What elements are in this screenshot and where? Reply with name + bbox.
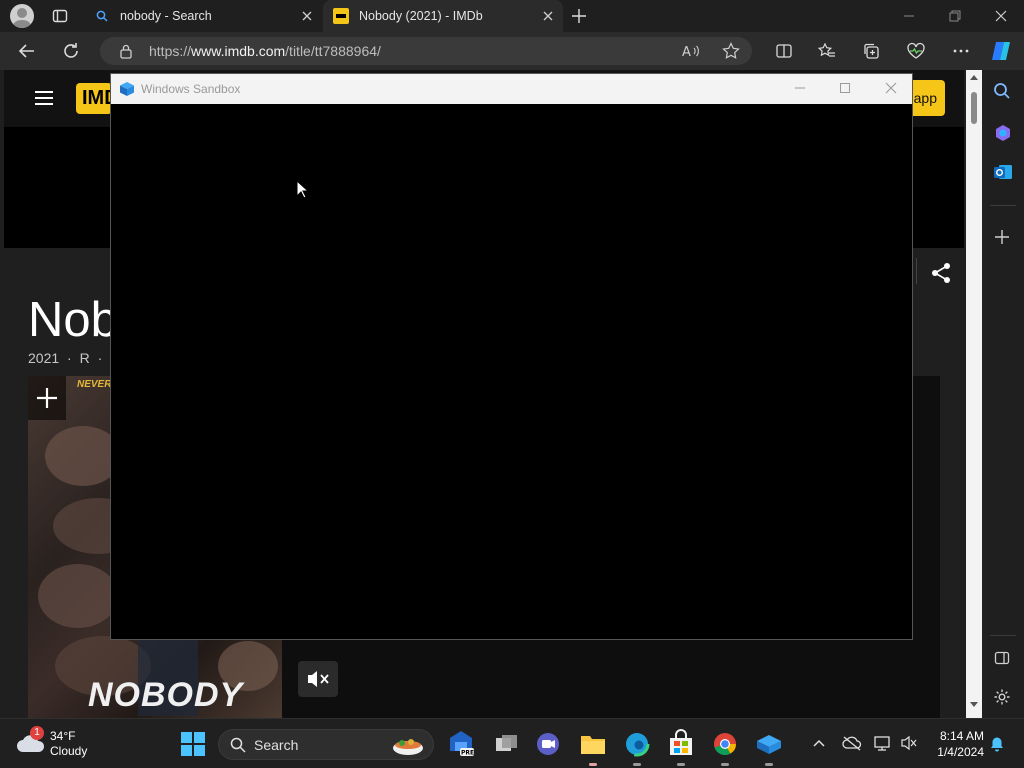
split-screen-icon[interactable]	[775, 42, 793, 60]
page-scrollbar[interactable]	[966, 70, 982, 718]
url-text: https://www.imdb.com/title/tt7888964/	[149, 43, 381, 59]
tab-imdb[interactable]: Nobody (2021) - IMDb	[323, 0, 563, 32]
notifications-bell-icon[interactable]	[989, 736, 1005, 752]
edge-browser-icon[interactable]	[622, 728, 652, 766]
start-icon[interactable]	[178, 728, 208, 760]
address-bar[interactable]: https://www.imdb.com/title/tt7888964/ A	[100, 37, 752, 65]
onedrive-offline-icon[interactable]	[842, 735, 862, 751]
add-to-watchlist-button[interactable]	[28, 376, 66, 420]
sandbox-minimize-icon[interactable]	[794, 82, 806, 94]
file-explorer-icon[interactable]	[578, 728, 608, 766]
sandbox-title: Windows Sandbox	[141, 82, 241, 96]
read-aloud-icon[interactable]: A	[682, 43, 700, 59]
close-tab-icon[interactable]	[541, 9, 555, 23]
tab-search[interactable]: nobody - Search	[84, 0, 322, 32]
weather-temp: 34°F	[50, 729, 76, 743]
movie-title: Nob	[28, 293, 118, 347]
windows-sandbox-window[interactable]: Windows Sandbox	[110, 73, 913, 640]
tab-actions-icon[interactable]	[52, 8, 68, 24]
poster-tagline: NEVER	[77, 379, 112, 390]
minimize-icon[interactable]	[902, 10, 916, 22]
show-hidden-icons-icon[interactable]	[812, 736, 826, 750]
close-tab-icon[interactable]	[300, 9, 314, 23]
divider	[916, 258, 917, 284]
notification-badge: 1	[30, 726, 44, 740]
network-icon[interactable]	[873, 735, 893, 751]
back-icon[interactable]	[18, 42, 36, 60]
weather-condition: Cloudy	[50, 744, 88, 758]
refresh-icon[interactable]	[62, 42, 80, 60]
collections-icon[interactable]	[862, 42, 880, 60]
clock-time: 8:14 AM	[939, 729, 984, 743]
dev-home-icon[interactable]: PRE	[446, 728, 476, 760]
microsoft-store-icon[interactable]	[666, 728, 696, 766]
favorite-star-icon[interactable]	[722, 42, 740, 60]
mute-button[interactable]	[298, 661, 338, 697]
task-view-icon[interactable]	[492, 728, 522, 760]
clock-date: 1/4/2024	[937, 745, 984, 759]
search-icon[interactable]	[993, 82, 1011, 100]
svg-text:PRE: PRE	[461, 750, 474, 757]
search-highlight-icon	[391, 733, 425, 757]
sandbox-close-icon[interactable]	[885, 82, 897, 94]
share-icon[interactable]	[930, 262, 952, 284]
mouse-cursor-icon	[296, 180, 308, 199]
outlook-icon[interactable]	[993, 162, 1013, 182]
menu-icon[interactable]	[34, 90, 54, 106]
clock[interactable]: 8:14 AM 1/4/2024	[924, 728, 984, 760]
search-label: Search	[254, 737, 299, 753]
profile-avatar[interactable]	[10, 4, 34, 28]
tab-title: nobody - Search	[120, 9, 212, 23]
windows-sandbox-icon[interactable]	[754, 728, 784, 766]
chrome-icon[interactable]	[710, 728, 740, 766]
svg-text:A: A	[682, 45, 691, 59]
close-window-icon[interactable]	[994, 9, 1008, 23]
restore-icon[interactable]	[948, 9, 962, 23]
sandbox-maximize-icon[interactable]	[839, 82, 851, 94]
taskbar-search[interactable]: Search	[218, 729, 434, 760]
search-icon	[96, 10, 108, 22]
teams-meet-icon[interactable]	[534, 728, 564, 760]
add-sidebar-app-icon[interactable]	[994, 229, 1010, 245]
imdb-favicon-icon	[333, 8, 349, 24]
tab-title: Nobody (2021) - IMDb	[359, 9, 483, 23]
edge-sidebar	[988, 70, 1024, 718]
lock-icon	[119, 43, 133, 59]
divider	[990, 635, 1016, 636]
search-icon	[230, 737, 246, 753]
imdb-logo[interactable]: IMDb	[76, 83, 112, 114]
hide-sidebar-icon[interactable]	[994, 650, 1010, 666]
favorites-icon[interactable]	[818, 42, 836, 60]
divider	[990, 205, 1016, 206]
sandbox-titlebar[interactable]: Windows Sandbox	[111, 74, 912, 104]
copilot-sidebar-icon[interactable]	[993, 123, 1013, 143]
browser-essentials-icon[interactable]	[906, 42, 926, 60]
more-options-icon[interactable]	[952, 42, 970, 60]
copilot-icon[interactable]	[990, 39, 1014, 63]
settings-gear-icon[interactable]	[993, 688, 1011, 706]
movie-meta: 2021 · R ·	[28, 350, 103, 366]
volume-muted-icon[interactable]	[900, 735, 918, 751]
weather-widget[interactable]: 1 34°F Cloudy	[16, 726, 96, 762]
sandbox-app-icon	[119, 81, 135, 97]
poster-title: NOBODY	[88, 676, 244, 714]
new-tab-icon[interactable]	[571, 8, 587, 24]
